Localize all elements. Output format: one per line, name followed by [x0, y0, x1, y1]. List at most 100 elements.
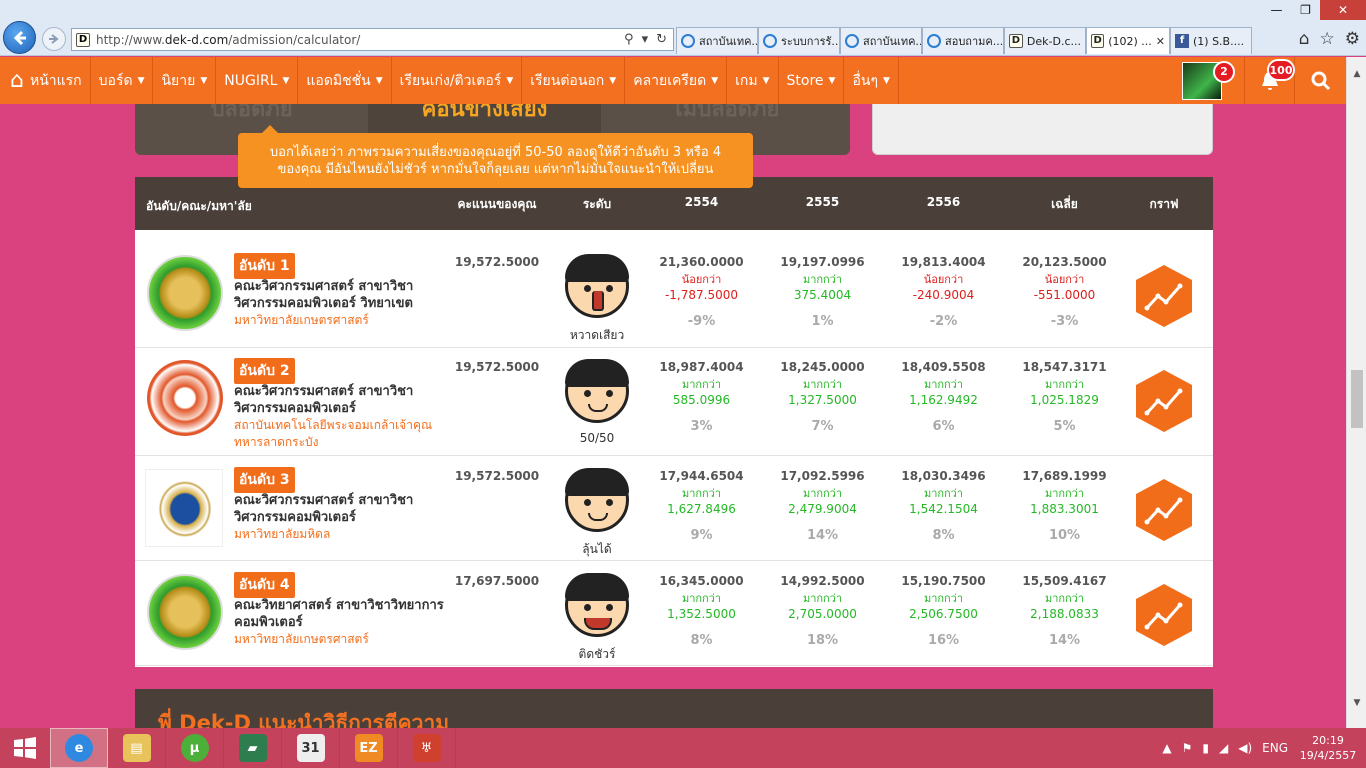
- year-score: 21,360.0000: [659, 255, 744, 269]
- facebook-icon: f: [1175, 34, 1189, 48]
- risk-face-icon: [565, 573, 629, 637]
- clock[interactable]: 20:19 19/4/2557: [1298, 733, 1358, 763]
- year-cell: 16,345.0000 มากกว่า 1,352.5000 8%: [641, 574, 762, 648]
- percent-difference: 14%: [1048, 633, 1081, 648]
- nav-item[interactable]: นิยาย ▼: [153, 57, 217, 104]
- nav-item[interactable]: อื่นๆ ▼: [844, 57, 899, 104]
- percent-difference: 6%: [932, 419, 955, 434]
- dropdown-icon[interactable]: ▾: [642, 32, 649, 47]
- comparison-label: มากกว่า: [1044, 487, 1085, 500]
- nav-item[interactable]: เรียนต่อนอก ▼: [522, 57, 626, 104]
- taskbar-book[interactable]: ▰: [224, 728, 282, 768]
- site-navigation: ⌂ หน้าแรก บอร์ด ▼ นิยาย ▼ NUGIRL ▼ แอดมิชชั่น ▼…: [0, 57, 1346, 104]
- year-score: 19,197.0996: [780, 255, 865, 269]
- settings-gear-icon[interactable]: ⚙: [1345, 29, 1360, 49]
- browser-tab[interactable]: สอบถามค...: [922, 27, 1004, 54]
- nav-item-label: แอดมิชชั่น: [306, 72, 371, 89]
- browser-tab[interactable]: f (1) S.B....: [1170, 27, 1252, 54]
- risk-face-icon: [565, 468, 629, 532]
- taskbar-utorrent[interactable]: µ: [166, 728, 224, 768]
- user-avatar[interactable]: 2: [1182, 60, 1235, 100]
- year-cell: 21,360.0000 น้อยกว่า -1,787.5000 -9%: [641, 255, 762, 329]
- comparison-label: มากกว่า: [923, 378, 964, 391]
- signal-icon[interactable]: ◢: [1219, 741, 1228, 755]
- nav-item[interactable]: เรียนเก่ง/ติวเตอร์ ▼: [392, 57, 523, 104]
- university-name: มหาวิทยาลัยเกษตรศาสตร์: [234, 632, 369, 646]
- university-logo: [145, 469, 223, 547]
- taskbar-calendar[interactable]: 31: [282, 728, 340, 768]
- close-window-button[interactable]: ✕: [1320, 0, 1366, 20]
- dekd-favicon-icon: D: [76, 32, 90, 47]
- comparison-label: มากกว่า: [923, 487, 964, 500]
- browser-tab[interactable]: ระบบการรั...: [758, 27, 840, 54]
- year-score: 18,547.3171: [1022, 360, 1107, 374]
- network-icon[interactable]: ▮: [1202, 741, 1209, 755]
- search-icon[interactable]: ⚲: [624, 32, 634, 47]
- tray-expand-icon[interactable]: ▲: [1162, 741, 1171, 755]
- start-button[interactable]: [0, 728, 50, 768]
- faculty-name[interactable]: คณะวิทยาศาสตร์ สาขาวิชาวิทยาการคอมพิวเตอ…: [234, 597, 454, 648]
- header-rank: อันดับ/คณะ/มหา'ลัย: [146, 199, 252, 213]
- scroll-up-icon[interactable]: ▲: [1347, 69, 1366, 85]
- nav-item[interactable]: NUGIRL ▼: [216, 57, 299, 104]
- nav-item[interactable]: เกม ▼: [727, 57, 779, 104]
- browser-tab[interactable]: D (102) ... ✕: [1086, 27, 1170, 54]
- search-icon: [1311, 71, 1330, 90]
- year-score: 18,030.3496: [901, 469, 986, 483]
- year-cell: 17,092.5996 มากกว่า 2,479.9004 14%: [762, 469, 883, 543]
- percent-difference: -9%: [687, 314, 716, 329]
- percent-difference: 14%: [806, 528, 839, 543]
- nav-item[interactable]: บอร์ด ▼: [91, 57, 154, 104]
- your-score: 19,572.5000: [454, 469, 540, 483]
- year-cell: 17,689.1999 มากกว่า 1,883.3001 10%: [1004, 469, 1125, 543]
- browser-tab[interactable]: D Dek-D.c...: [1004, 27, 1086, 54]
- refresh-icon[interactable]: ↻: [656, 32, 667, 47]
- university-logo: [147, 574, 223, 650]
- minimize-button[interactable]: —: [1262, 0, 1291, 20]
- nav-item[interactable]: Store ▼: [779, 57, 845, 104]
- taskbar-ez[interactable]: EZ: [340, 728, 398, 768]
- language-indicator[interactable]: ENG: [1262, 741, 1288, 755]
- taskbar-ie[interactable]: e: [50, 728, 108, 768]
- volume-icon[interactable]: ◀): [1238, 741, 1252, 755]
- graph-button[interactable]: [1135, 478, 1193, 542]
- taskbar-explorer[interactable]: ▤: [108, 728, 166, 768]
- score-difference: -1,787.5000: [664, 288, 739, 302]
- back-button[interactable]: [3, 21, 36, 54]
- site-search-button[interactable]: [1294, 57, 1346, 104]
- browser-tab[interactable]: สถาบันเทค...: [840, 27, 922, 54]
- year-cell: 17,944.6504 มากกว่า 1,627.8496 9%: [641, 469, 762, 543]
- comparison-label: มากกว่า: [681, 378, 722, 391]
- address-bar[interactable]: D http://www.dek-d.com/admission/calcula…: [71, 28, 674, 51]
- flag-icon[interactable]: ⚑: [1182, 741, 1193, 755]
- scroll-down-icon[interactable]: ▼: [1347, 698, 1366, 714]
- taskbar-app[interactable]: ♅: [398, 728, 456, 768]
- forward-button[interactable]: [42, 27, 66, 51]
- home-icon[interactable]: ⌂: [1299, 29, 1310, 49]
- scroll-thumb[interactable]: [1351, 370, 1363, 428]
- graph-button[interactable]: [1135, 264, 1193, 328]
- risk-tooltip: บอกได้เลยว่า ภาพรวมความเสี่ยงของคุณอยู่ท…: [238, 125, 753, 188]
- graph-button[interactable]: [1135, 583, 1193, 647]
- rank-badge: อันดับ 4: [234, 572, 295, 598]
- graph-button[interactable]: [1135, 369, 1193, 433]
- page-scrollbar[interactable]: ▲ ▼: [1346, 57, 1366, 728]
- face-hair: [565, 468, 629, 496]
- nav-item[interactable]: แอดมิชชั่น ▼: [298, 57, 392, 104]
- faculty-name[interactable]: คณะวิศวกรรมศาสตร์ สาขาวิชาวิศวกรรมคอมพิว…: [234, 278, 454, 329]
- faculty-name[interactable]: คณะวิศวกรรมศาสตร์ สาขาวิชาวิศวกรรมคอมพิว…: [234, 383, 454, 451]
- notifications-button[interactable]: 100: [1244, 57, 1295, 104]
- nav-home[interactable]: ⌂ หน้าแรก: [0, 57, 91, 104]
- face-mouth: [588, 513, 608, 521]
- nav-item[interactable]: คลายเครียด ▼: [625, 57, 728, 104]
- university-name: มหาวิทยาลัยมหิดล: [234, 527, 331, 541]
- faculty-name[interactable]: คณะวิศวกรรมศาสตร์ สาขาวิชาวิศวกรรมคอมพิว…: [234, 492, 454, 543]
- nav-item-label: อื่นๆ: [852, 72, 878, 89]
- risk-level: ติดชัวร์: [578, 647, 616, 661]
- browser-tab[interactable]: สถาบันเทค...: [676, 27, 758, 54]
- book-icon: ▰: [238, 734, 267, 762]
- restore-button[interactable]: ❐: [1291, 0, 1320, 20]
- close-tab-icon[interactable]: ✕: [1156, 35, 1165, 48]
- score-difference: 1,025.1829: [1030, 393, 1099, 407]
- favorites-icon[interactable]: ☆: [1320, 29, 1335, 49]
